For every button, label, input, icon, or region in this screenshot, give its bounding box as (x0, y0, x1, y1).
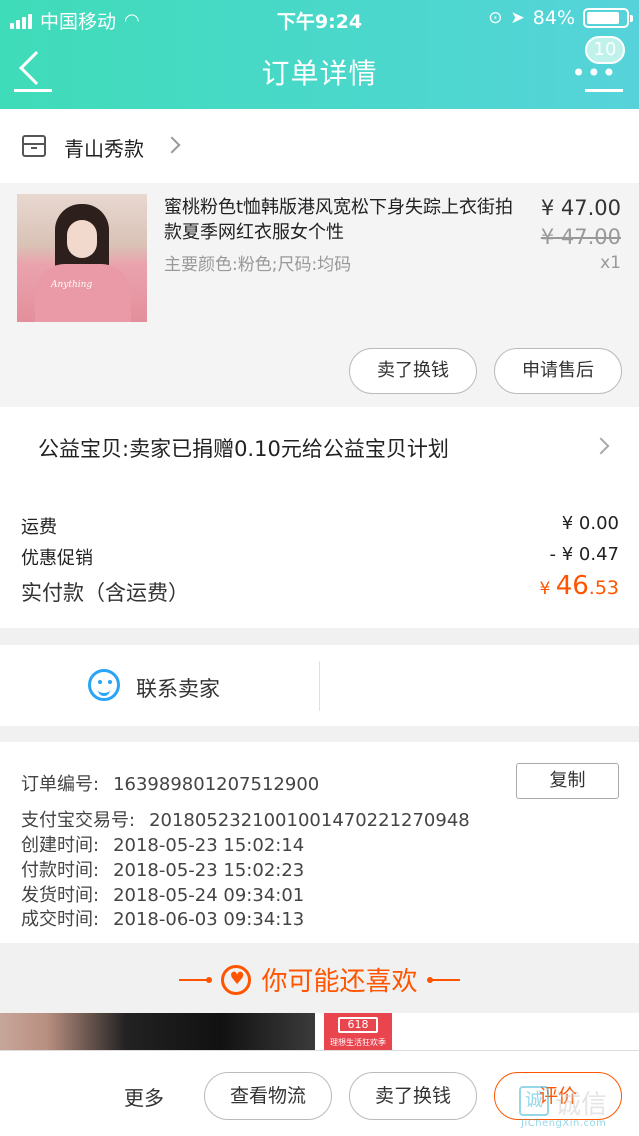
recommended-product-image[interactable] (0, 1013, 315, 1050)
shop-row[interactable]: 青山秀款 (0, 109, 639, 183)
shop-name: 青山秀款 (64, 137, 144, 161)
copy-button[interactable]: 复制 (516, 763, 619, 799)
rotation-lock-icon: ⊙ (488, 8, 503, 28)
divider (319, 661, 320, 711)
charity-row[interactable]: 公益宝贝:卖家已捐赠0.10元给公益宝贝计划 (0, 407, 639, 485)
site-watermark: 诚 诚信 JiChengXin.com (519, 1082, 629, 1132)
chevron-right-icon (592, 437, 610, 455)
order-info: 订单编号: 163989801207512900 复制 支付宝交易号: 201805… (0, 742, 639, 943)
discount-label: 优惠促销 (21, 548, 93, 569)
alipay-trade-row: 支付宝交易号: 2018052321001001470221270948 (21, 810, 470, 831)
product-thumbnail[interactable]: Anything (17, 194, 147, 322)
promo-slogan: 理想生活狂欢季 (330, 1038, 386, 1047)
order-number-row: 订单编号: 163989801207512900 (21, 774, 320, 795)
more-menu-button[interactable]: 10 ••• (572, 36, 625, 94)
more-underline (585, 89, 623, 92)
battery-percent: 84% (532, 7, 575, 29)
view-logistics-button[interactable]: 查看物流 (204, 1072, 332, 1120)
decor-line-left (179, 976, 213, 983)
app-header: 中国移动 ◠ 下午9:24 ⊙ ➤ 84% 订单详情 10 ••• (0, 0, 639, 109)
contact-seller-button[interactable]: 联系卖家 (0, 645, 320, 726)
order-item[interactable]: Anything 蜜桃粉色t恤韩版港风宽松下身失踪上衣街拍款夏季网红衣服女个性 … (0, 183, 639, 407)
location-icon: ➤ (510, 8, 525, 28)
more-actions-button[interactable]: 更多 (124, 1082, 164, 1111)
thumbnail-shirt-text: Anything (51, 280, 93, 290)
decor-line-right (426, 976, 460, 983)
shipped-time-row: 发货时间: 2018-05-24 09:34:01 (21, 885, 305, 906)
discount-value: - ¥ 0.47 (549, 544, 619, 565)
product-price: ¥ 47.00 (540, 196, 621, 220)
paid-amount: ¥ 46.53 (539, 571, 619, 601)
sell-for-cash-button[interactable]: 卖了换钱 (349, 348, 477, 394)
page-title: 订单详情 (261, 57, 378, 90)
contact-section: 联系卖家 (0, 645, 639, 726)
watermark-text: 诚信 (555, 1090, 608, 1120)
completed-time-row: 成交时间: 2018-06-03 09:34:13 (21, 909, 305, 930)
chat-icon (88, 669, 120, 701)
payment-summary: 运费 ¥ 0.00 优惠促销 - ¥ 0.47 实付款（含运费） ¥ 46.53 (0, 485, 639, 628)
promo-618-badge: 618 (338, 1017, 378, 1033)
battery-icon (583, 8, 633, 28)
shipping-label: 运费 (21, 517, 57, 538)
watermark-url: JiChengXin.com (521, 1118, 607, 1129)
status-bar: 中国移动 ◠ 下午9:24 ⊙ ➤ 84% (0, 0, 639, 36)
chevron-right-icon (163, 136, 181, 154)
recommended-product-image[interactable]: 618 理想生活狂欢季 (324, 1013, 392, 1050)
watermark-logo: 诚 (519, 1086, 549, 1116)
product-title[interactable]: 蜜桃粉色t恤韩版港风宽松下身失踪上衣街拍款夏季网红衣服女个性 (164, 195, 529, 245)
paid-time-row: 付款时间: 2018-05-23 15:02:23 (21, 860, 305, 881)
recommend-title: 你可能还喜欢 (261, 967, 418, 997)
created-time-row: 创建时间: 2018-05-23 15:02:14 (21, 835, 305, 856)
product-original-price: ¥ 47.00 (540, 225, 621, 249)
sell-for-cash-bottom-button[interactable]: 卖了换钱 (349, 1072, 477, 1120)
recommend-products: 618 理想生活狂欢季 (0, 1013, 639, 1050)
paid-label: 实付款（含运费） (21, 581, 189, 605)
contact-seller-label: 联系卖家 (136, 677, 220, 701)
shipping-value: ¥ 0.00 (561, 513, 619, 534)
after-sale-button[interactable]: 申请售后 (494, 348, 622, 394)
heart-icon (221, 964, 252, 995)
charity-text: 公益宝贝:卖家已捐赠0.10元给公益宝贝计划 (38, 437, 449, 461)
product-spec: 主要颜色:粉色;尺码:均码 (164, 255, 352, 275)
store-icon (22, 135, 46, 157)
recommend-header: 你可能还喜欢 (0, 943, 639, 1013)
product-quantity: x1 (600, 253, 621, 273)
more-dots-icon: ••• (571, 59, 617, 87)
status-right: ⊙ ➤ 84% (488, 7, 633, 29)
